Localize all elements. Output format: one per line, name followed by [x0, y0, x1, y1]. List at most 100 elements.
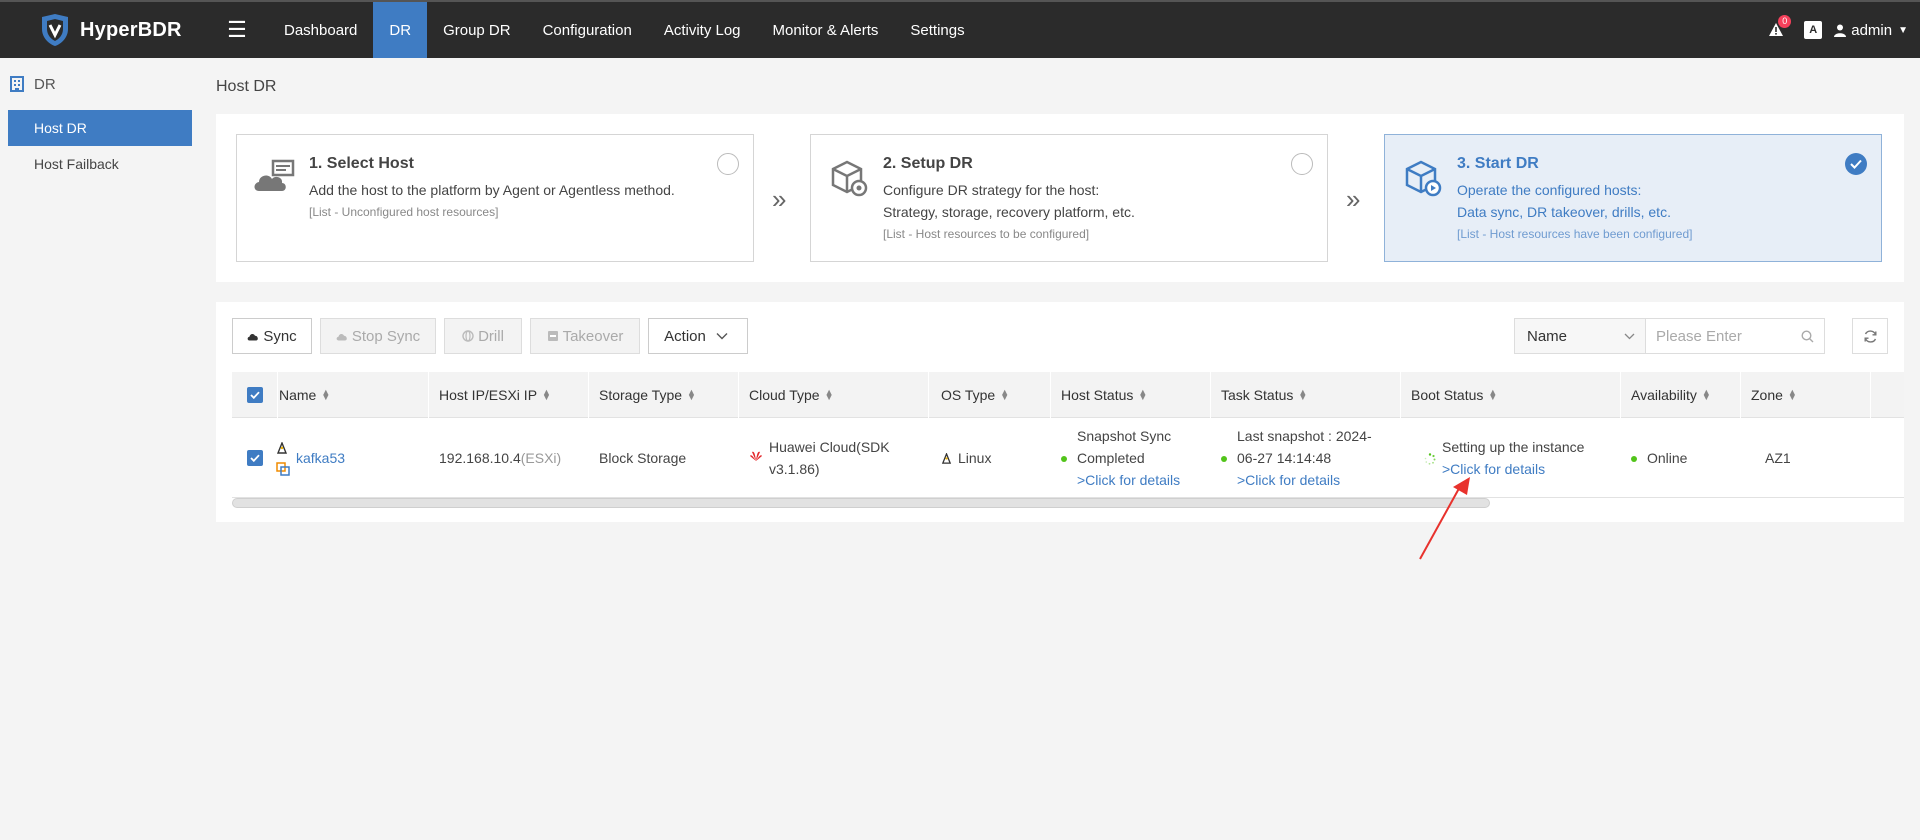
step-3-desc-line: Data sync, DR takeover, drills, etc.: [1457, 204, 1671, 220]
linux-tux-icon: [941, 452, 952, 464]
user-menu[interactable]: admin ▼: [1834, 22, 1908, 39]
action-dropdown[interactable]: Action: [648, 318, 748, 354]
host-ip-value: 192.168.10.4: [439, 450, 521, 466]
boot-status: Setting up the instance >Click for detai…: [1424, 436, 1628, 480]
table-row[interactable]: kafka53 192.168.10.4(ESXi) Block Storage…: [232, 418, 1904, 498]
step-setup-dr[interactable]: 2. Setup DR Configure DR strategy for th…: [810, 134, 1328, 262]
alert-button[interactable]: 0: [1762, 15, 1792, 44]
col-host-ip[interactable]: Host IP/ESXi IP ▲ ▼: [439, 372, 589, 418]
zone: AZ1: [1765, 450, 1791, 466]
step-2-radio[interactable]: [1291, 153, 1313, 175]
language-icon[interactable]: A: [1804, 21, 1823, 39]
sort-icon: ▲ ▼: [1000, 387, 1010, 402]
step-3-title: 3. Start DR: [1457, 155, 1539, 172]
col-storage-type[interactable]: Storage Type ▲ ▼: [599, 372, 739, 418]
sync-button[interactable]: Sync: [232, 318, 312, 354]
sort-icon: ▲ ▼: [1488, 387, 1498, 402]
alert-count-badge: 0: [1778, 15, 1792, 28]
col-boot-status[interactable]: Boot Status ▲ ▼: [1411, 372, 1621, 418]
col-os-type-label: OS Type: [941, 387, 996, 403]
nav-dashboard[interactable]: Dashboard: [268, 2, 373, 58]
host-status-line: Completed: [1077, 450, 1145, 466]
sort-icon: ▲ ▼: [1787, 387, 1797, 402]
sidebar: DR Host DR Host Failback: [0, 58, 200, 840]
col-host-status[interactable]: Host Status ▲ ▼: [1061, 372, 1211, 418]
sidebar-header-label: DR: [34, 75, 56, 93]
task-status: Last snapshot : 2024- 06-27 14:14:48 >Cl…: [1221, 425, 1401, 491]
building-icon: [10, 76, 24, 92]
row-checkbox[interactable]: [247, 450, 263, 466]
nav-settings[interactable]: Settings: [894, 2, 980, 58]
task-status-details-link[interactable]: >Click for details: [1221, 469, 1401, 491]
nav-group-dr[interactable]: Group DR: [427, 2, 527, 58]
nav-monitor-alerts[interactable]: Monitor & Alerts: [757, 2, 895, 58]
double-chevron-right-icon: »: [772, 184, 787, 214]
takeover-button[interactable]: Takeover: [530, 318, 640, 354]
col-name[interactable]: Name ▲ ▼: [279, 372, 429, 418]
nav-configuration[interactable]: Configuration: [527, 2, 648, 58]
host-status-details-link[interactable]: >Click for details: [1061, 469, 1211, 491]
sync-label: Sync: [263, 327, 297, 345]
loading-spinner-icon: [1424, 453, 1436, 465]
search-input[interactable]: Please Enter: [1645, 318, 1825, 354]
search-icon: [1801, 329, 1814, 342]
col-host-status-label: Host Status: [1061, 387, 1134, 403]
filter-field-value: Name: [1527, 327, 1568, 345]
col-availability-label: Availability: [1631, 387, 1697, 403]
col-host-ip-label: Host IP/ESXi IP: [439, 387, 538, 403]
step-1-desc: Add the host to the platform by Agent or…: [309, 179, 675, 201]
stop-sync-button[interactable]: Stop Sync: [320, 318, 436, 354]
step-3-desc: Operate the configured hosts: Data sync,…: [1457, 179, 1671, 223]
col-os-type[interactable]: OS Type ▲ ▼: [941, 372, 1051, 418]
drill-label: Drill: [478, 327, 504, 345]
host-ip-suffix: (ESXi): [520, 450, 562, 466]
annotation-arrow: [1419, 477, 1470, 560]
sort-icon: ▲ ▼: [321, 387, 331, 402]
col-availability[interactable]: Availability ▲ ▼: [1631, 372, 1741, 418]
col-zone[interactable]: Zone ▲ ▼: [1751, 372, 1871, 418]
stop-sync-label: Stop Sync: [351, 327, 421, 345]
col-name-label: Name: [279, 387, 317, 403]
hosts-table-panel: Sync Stop Sync Drill Takeover Action Nam…: [216, 302, 1904, 522]
step-3-check-icon[interactable]: [1845, 153, 1867, 175]
sort-icon: ▲ ▼: [1701, 387, 1711, 402]
filter-field-select[interactable]: Name: [1514, 318, 1646, 354]
step-1-radio[interactable]: [717, 153, 739, 175]
nav-activity-log[interactable]: Activity Log: [648, 2, 757, 58]
top-right-tools: 0 A admin ▼: [1762, 2, 1908, 58]
host-type-icons: [276, 438, 292, 476]
availability-value: Online: [1647, 450, 1688, 466]
cloud-type-line: Huawei Cloud(SDK: [769, 439, 890, 455]
cloud-server-icon: [254, 159, 295, 191]
logo[interactable]: HyperBDR: [38, 13, 208, 47]
col-cloud-type[interactable]: Cloud Type ▲ ▼: [749, 372, 929, 418]
checkbox-checked-icon: [246, 387, 263, 403]
storage-type: Block Storage: [599, 450, 687, 466]
hamburger-menu-icon[interactable]: ☰: [220, 2, 254, 58]
step-select-host[interactable]: 1. Select Host Add the host to the platf…: [236, 134, 754, 262]
vmware-icon: [276, 462, 290, 476]
step-start-dr[interactable]: 3. Start DR Operate the configured hosts…: [1384, 134, 1882, 262]
col-boot-status-label: Boot Status: [1411, 387, 1484, 403]
nav-dr[interactable]: DR: [373, 2, 428, 58]
col-task-status[interactable]: Task Status ▲ ▼: [1221, 372, 1401, 418]
sidebar-item-host-failback[interactable]: Host Failback: [8, 146, 192, 182]
host-name-link[interactable]: kafka53: [296, 447, 345, 469]
col-zone-label: Zone: [1751, 387, 1783, 403]
refresh-button[interactable]: [1852, 318, 1888, 354]
horizontal-scrollbar[interactable]: [232, 498, 1490, 508]
globe-icon: [462, 330, 474, 342]
page-title: Host DR: [216, 78, 277, 95]
drill-button[interactable]: Drill: [444, 318, 522, 354]
chevron-down-icon: ▼: [1898, 24, 1908, 36]
sidebar-item-host-dr[interactable]: Host DR: [8, 110, 192, 146]
select-all-checkbox[interactable]: [232, 372, 278, 418]
cloud-type: Huawei Cloud(SDK v3.1.86): [749, 436, 929, 480]
box-gear-icon: [831, 160, 868, 197]
os-type-value: Linux: [958, 450, 992, 466]
box-play-icon: [1405, 160, 1442, 197]
sort-icon: ▲ ▼: [824, 387, 834, 402]
host-ip: 192.168.10.4(ESXi): [439, 447, 561, 469]
action-label: Action: [664, 327, 706, 345]
refresh-icon: [1864, 329, 1876, 343]
